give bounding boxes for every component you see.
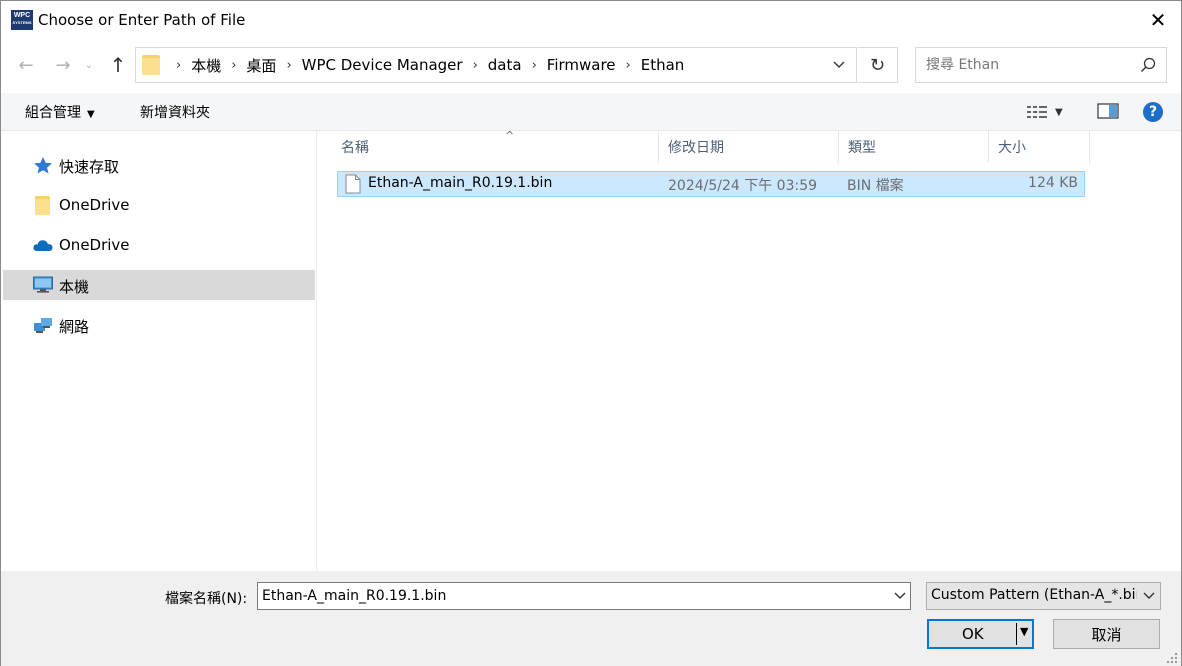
breadcrumb-item[interactable]: 本機 — [191, 55, 221, 76]
sidebar-item-onedrive-folder[interactable]: OneDrive — [3, 190, 315, 220]
address-bar[interactable]: › 本機 › 桌面 › WPC Device Manager › data › … — [135, 47, 857, 83]
help-icon: ? — [1148, 104, 1158, 120]
file-list: 名稱 ^ 修改日期 類型 大小 Ethan-A_main_R0.19.1.bin… — [317, 129, 1181, 571]
change-view-button[interactable]: ▼ — [1027, 102, 1077, 122]
search-box[interactable] — [915, 47, 1167, 83]
sidebar-item-label: 本機 — [59, 278, 90, 296]
breadcrumb: › 本機 › 桌面 › WPC Device Manager › data › … — [166, 48, 684, 82]
command-bar: 組合管理 ▼ 新增資料夾 ▼ ? — [1, 93, 1181, 131]
cancel-button[interactable]: 取消 — [1053, 619, 1160, 649]
file-size: 124 KB — [1028, 175, 1078, 191]
navigation-pane: 快速存取 OneDrive OneDrive 本機 網路 — [1, 131, 317, 571]
arrow-right-icon: → — [55, 54, 71, 76]
chevron-down-icon[interactable] — [894, 587, 906, 605]
sidebar-item-label: OneDrive — [59, 236, 130, 254]
file-name: Ethan-A_main_R0.19.1.bin — [368, 175, 553, 191]
details-view-icon — [1027, 106, 1047, 118]
up-button[interactable]: ↑ — [105, 51, 131, 79]
cloud-icon — [33, 240, 53, 251]
resize-grip-icon[interactable] — [1166, 652, 1178, 664]
forward-button[interactable]: → — [50, 51, 76, 79]
organize-menu-button[interactable]: 組合管理 ▼ — [25, 102, 95, 122]
filename-input[interactable] — [258, 583, 878, 609]
file-type-filter-value: Custom Pattern (Ethan-A_*.bin) — [931, 587, 1137, 603]
ok-button-label: OK — [962, 625, 984, 643]
sidebar-item-label: OneDrive — [59, 196, 130, 214]
chevron-right-icon[interactable]: › — [473, 58, 478, 73]
file-dialog: WPC SYSTEMS Choose or Enter Path of File… — [0, 0, 1182, 666]
column-header-name[interactable]: 名稱 ^ — [333, 129, 659, 163]
network-icon — [34, 318, 52, 333]
chevron-right-icon[interactable]: › — [532, 58, 537, 73]
sidebar-item-onedrive-cloud[interactable]: OneDrive — [3, 230, 315, 260]
chevron-down-icon: ⌄ — [84, 59, 94, 71]
search-input[interactable] — [916, 48, 1126, 82]
chevron-right-icon: › — [176, 57, 182, 73]
help-button[interactable]: ? — [1143, 102, 1163, 122]
breadcrumb-item[interactable]: Ethan — [641, 56, 685, 74]
file-row[interactable]: Ethan-A_main_R0.19.1.bin 2024/5/24 下午 03… — [337, 171, 1085, 197]
folder-icon — [142, 55, 160, 75]
breadcrumb-item[interactable]: 桌面 — [246, 55, 276, 76]
search-icon — [1140, 57, 1156, 73]
breadcrumb-item[interactable]: Firmware — [547, 56, 616, 74]
arrow-left-icon: ← — [18, 54, 34, 76]
caret-down-icon: ▼ — [87, 109, 95, 120]
caret-down-icon[interactable]: ▼ — [1020, 625, 1028, 638]
file-type-filter-select[interactable]: Custom Pattern (Ethan-A_*.bin) — [926, 582, 1161, 610]
file-date: 2024/5/24 下午 03:59 — [668, 178, 818, 194]
refresh-icon: ↻ — [869, 54, 886, 76]
chevron-right-icon[interactable]: › — [286, 58, 291, 73]
ok-split-button[interactable]: OK ▼ — [927, 619, 1034, 649]
column-header-date[interactable]: 修改日期 — [660, 131, 839, 163]
file-icon — [345, 174, 361, 194]
app-logo-icon: WPC SYSTEMS — [11, 10, 33, 30]
title-bar: WPC SYSTEMS Choose or Enter Path of File… — [1, 1, 1181, 39]
column-header-type[interactable]: 類型 — [840, 131, 989, 163]
chevron-down-icon — [833, 61, 845, 68]
recent-locations-button[interactable]: ⌄ — [81, 51, 97, 79]
sidebar-item-network[interactable]: 網路 — [3, 310, 315, 340]
sidebar-item-quick-access[interactable]: 快速存取 — [3, 150, 315, 180]
folder-icon — [35, 196, 50, 215]
computer-icon — [33, 276, 53, 293]
filename-label: 檔案名稱(N): — [165, 591, 248, 607]
file-type: BIN 檔案 — [847, 178, 904, 194]
sidebar-item-this-pc[interactable]: 本機 — [3, 270, 315, 300]
column-header-size[interactable]: 大小 — [990, 131, 1090, 163]
preview-pane-button[interactable] — [1097, 102, 1119, 122]
refresh-button[interactable]: ↻ — [858, 47, 898, 83]
close-icon: ✕ — [1149, 8, 1167, 32]
sidebar-item-label: 快速存取 — [59, 158, 120, 176]
chevron-down-icon — [1143, 592, 1155, 599]
filename-combobox[interactable] — [257, 582, 911, 610]
chevron-right-icon[interactable]: › — [626, 58, 631, 73]
star-icon — [34, 157, 52, 174]
preview-pane-icon — [1097, 103, 1119, 119]
breadcrumb-item[interactable]: data — [488, 56, 522, 74]
sidebar-item-label: 網路 — [59, 318, 90, 336]
caret-down-icon: ▼ — [1055, 106, 1063, 118]
address-dropdown-button[interactable] — [822, 48, 856, 82]
navigation-bar: ← → ⌄ ↑ › 本機 › 桌面 › WPC Device Manager ›… — [1, 39, 1181, 93]
back-button[interactable]: ← — [13, 51, 39, 79]
dialog-footer: 檔案名稱(N): Custom Pattern (Ethan-A_*.bin) … — [1, 571, 1181, 666]
breadcrumb-item[interactable]: WPC Device Manager — [302, 56, 463, 74]
chevron-right-icon[interactable]: › — [231, 58, 236, 73]
window-title: Choose or Enter Path of File — [38, 11, 246, 29]
sort-ascending-icon: ^ — [505, 129, 515, 142]
new-folder-button[interactable]: 新增資料夾 — [140, 102, 210, 122]
arrow-up-icon: ↑ — [109, 53, 127, 77]
close-button[interactable]: ✕ — [1141, 5, 1175, 35]
